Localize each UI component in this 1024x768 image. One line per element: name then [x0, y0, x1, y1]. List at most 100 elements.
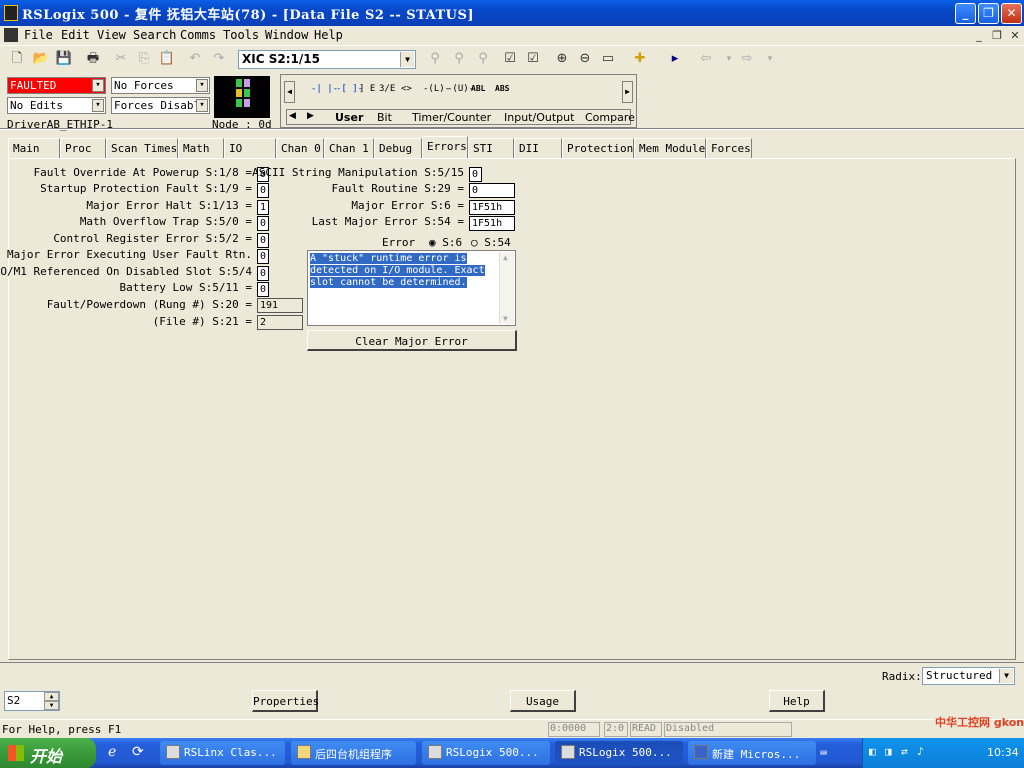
abl-instruction-icon[interactable]: ABL [471, 84, 485, 93]
ie-quicklaunch-icon[interactable]: ℯ [108, 744, 116, 760]
menu-edit[interactable]: Edit [61, 28, 90, 42]
vertical-scrollbar[interactable]: ▲ ▼ [499, 252, 514, 324]
scroll-right-icon[interactable]: ▶ [622, 81, 633, 103]
find-icon[interactable]: ⚲ [450, 50, 468, 68]
tab-input-output[interactable]: Input/Output [504, 111, 574, 124]
tab-mem-module[interactable]: Mem Module [634, 138, 706, 158]
cut-icon[interactable]: ✂ [112, 50, 130, 68]
tab-debug[interactable]: Debug [374, 138, 422, 158]
math-overflow-field[interactable]: 0 [257, 216, 269, 231]
dropdown-arrow-icon[interactable]: ▾ [196, 79, 208, 92]
properties-button[interactable]: Properties [252, 690, 319, 712]
last-major-error-field[interactable]: 1F51h [469, 216, 515, 231]
minimize-button[interactable]: _ [955, 3, 976, 24]
menu-file[interactable]: File [24, 28, 53, 42]
tab-sti[interactable]: STI [468, 138, 514, 158]
tab-math[interactable]: Math [178, 138, 224, 158]
task-rslinx[interactable]: RSLinx Clas... [160, 741, 285, 765]
major-error-field[interactable]: 1F51h [469, 200, 515, 215]
forces-dropdown[interactable]: No Forces ▾ [111, 77, 210, 94]
mo-m1-referenced-field[interactable]: 0 [257, 266, 269, 281]
menu-tools[interactable]: Tools [223, 28, 259, 42]
tab-scan-times[interactable]: Scan Times [106, 138, 178, 158]
menu-view[interactable]: View [97, 28, 126, 42]
tab-io[interactable]: IO [224, 138, 276, 158]
menu-help[interactable]: Help [314, 28, 343, 42]
undo-icon[interactable]: ↶ [186, 50, 204, 68]
new-file-icon[interactable]: 🗋 [8, 50, 26, 68]
play-icon[interactable]: ▸ [666, 50, 684, 68]
rslogix-app-icon[interactable] [4, 5, 18, 21]
open-folder-icon[interactable]: 📂 [32, 50, 50, 68]
battery-low-field[interactable]: 0 [257, 282, 269, 297]
processor-mode-dropdown[interactable]: FAULTED ▾ [7, 77, 106, 94]
window-icon[interactable]: ▭ [599, 50, 617, 68]
xio-instruction-icon[interactable]: 3/E [379, 84, 395, 94]
start-button[interactable]: 开始 [0, 738, 96, 768]
tab-chan-1[interactable]: Chan 1 [324, 138, 374, 158]
control-register-field[interactable]: 0 [257, 233, 269, 248]
tray-icon-2[interactable]: ◨ [885, 745, 892, 758]
chevron-down-icon[interactable]: ▼ [400, 52, 414, 67]
tab-proc[interactable]: Proc [60, 138, 106, 158]
radio-s6[interactable]: ◉ S:6 [429, 236, 462, 249]
edits-dropdown[interactable]: No Edits ▾ [7, 97, 106, 114]
tab-scroll-right-icon[interactable]: ▶ [307, 111, 314, 121]
tab-compare[interactable]: Compare [585, 111, 635, 124]
tab-user[interactable]: User [335, 111, 363, 124]
ascii-string-field[interactable]: 0 [469, 167, 482, 182]
scroll-left-icon[interactable]: ◀ [284, 81, 295, 103]
task-rslogix-1[interactable]: RSLogix 500... [422, 741, 550, 765]
chevron-down-icon[interactable]: ▼ [999, 669, 1013, 683]
radio-s54[interactable]: ○ S:54 [471, 236, 511, 249]
volume-icon[interactable]: ♪ [917, 745, 924, 758]
copy-icon[interactable]: ⎘ [135, 50, 153, 68]
cross-ref-icon[interactable]: ⚲ [426, 50, 444, 68]
major-error-halt-field[interactable]: 1 [257, 200, 269, 215]
spin-down-icon[interactable]: ▼ [44, 701, 59, 710]
desktop-quicklaunch-icon[interactable]: ⟳ [132, 744, 144, 760]
tab-chan-0[interactable]: Chan 0 [276, 138, 324, 158]
back-arrow-icon[interactable]: ⇦ [697, 50, 715, 68]
task-word[interactable]: 新建 Micros... [688, 741, 816, 765]
error-description-box[interactable]: A "stuck" runtime error is detected on I… [307, 250, 516, 326]
abs-instruction-icon[interactable]: ABS [495, 84, 509, 93]
plus-icon[interactable]: ✚ [631, 50, 649, 68]
mdi-restore-icon[interactable]: ❐ [990, 29, 1004, 42]
tab-dii[interactable]: DII [514, 138, 562, 158]
verify-file-icon[interactable]: ☑ [501, 50, 519, 68]
forward-dropdown-icon[interactable]: ▾ [761, 50, 779, 68]
mdi-minimize-icon[interactable]: _ [972, 29, 986, 42]
clear-major-error-button[interactable]: Clear Major Error [307, 330, 517, 351]
task-rslogix-2[interactable]: RSLogix 500... [555, 741, 683, 765]
tab-timer-counter[interactable]: Timer/Counter [412, 111, 491, 124]
verify-project-icon[interactable]: ☑ [524, 50, 542, 68]
paste-icon[interactable]: 📋 [158, 50, 176, 68]
spin-up-icon[interactable]: ▲ [44, 692, 59, 701]
maximize-button[interactable]: ❐ [978, 3, 999, 24]
major-error-user-fault-field[interactable]: 0 [257, 249, 269, 264]
close-button[interactable]: ✕ [1001, 3, 1022, 24]
zoom-in-icon[interactable]: ⊕ [553, 50, 571, 68]
scroll-down-icon[interactable]: ▼ [503, 314, 508, 323]
tab-errors[interactable]: Errors [422, 136, 468, 158]
tab-bit[interactable]: Bit [377, 111, 392, 124]
tray-icon-1[interactable]: ◧ [869, 745, 876, 758]
help-button[interactable]: Help [769, 690, 825, 712]
mdi-close-icon[interactable]: ✕ [1008, 29, 1022, 42]
keyboard-icon[interactable]: ⌨ [820, 746, 827, 760]
startup-protection-field[interactable]: 0 [257, 183, 269, 198]
tab-forces[interactable]: Forces [706, 138, 752, 158]
dropdown-arrow-icon[interactable]: ▾ [92, 99, 104, 112]
save-icon[interactable]: 💾 [55, 50, 73, 68]
doc-icon[interactable] [4, 28, 18, 42]
menu-search[interactable]: Search [133, 28, 176, 42]
forward-arrow-icon[interactable]: ⇨ [738, 50, 756, 68]
task-folder[interactable]: 后四台机组程序 [291, 741, 416, 765]
menu-window[interactable]: Window [265, 28, 308, 42]
zoom-out-icon[interactable]: ⊖ [576, 50, 594, 68]
address-combo[interactable]: XIC S2:1/15 ▼ [238, 50, 416, 69]
fault-routine-field[interactable]: 0 [469, 183, 515, 198]
ote-rung-icon[interactable]: <> [401, 84, 412, 94]
fault-powerdown-rung-field[interactable]: 191 [257, 298, 303, 313]
